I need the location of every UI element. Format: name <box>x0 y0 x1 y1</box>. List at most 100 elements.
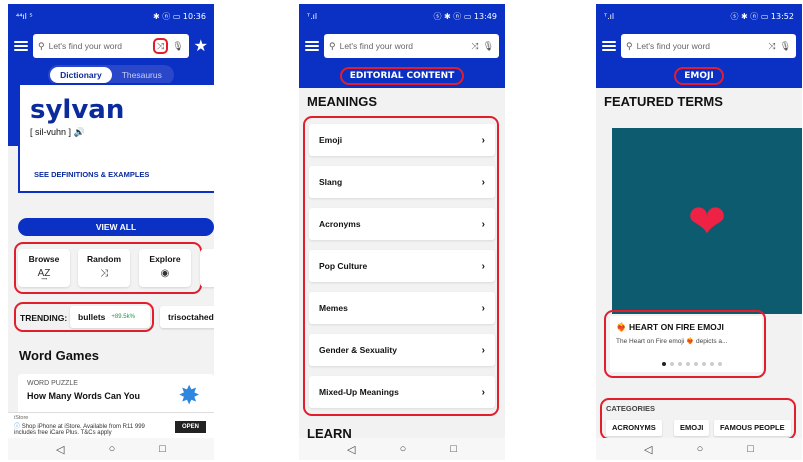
compass-icon: ◉ <box>160 268 170 279</box>
time-status: ⓢ ✱ ⓝ ▭ 13:49 <box>433 11 498 21</box>
search-icon: ⚲ <box>626 40 633 51</box>
search-input[interactable]: ⚲ Let's find your word ⤨ 🎙 <box>621 34 796 58</box>
meanings-heading: MEANINGS <box>307 94 378 109</box>
search-input[interactable]: ⚲ Let's find your word ⤨ 🎙 <box>324 34 499 58</box>
list-item-pop-culture[interactable]: Pop Culture › <box>309 250 495 282</box>
recent-apps-icon[interactable]: □ <box>159 443 166 455</box>
heart-on-fire-icon: ❤ <box>687 195 727 247</box>
heart-on-fire-image[interactable]: ❤ <box>612 128 802 314</box>
word-games-heading: Word Games <box>19 348 99 363</box>
chevron-right-icon: › <box>481 176 485 188</box>
status-bar: ᵀ.ıl ⓢ ✱ ⓝ ▭ 13:52 <box>596 4 802 28</box>
recent-apps-icon[interactable]: □ <box>747 443 754 455</box>
menu-icon[interactable] <box>602 41 616 51</box>
signal-status: ᵀ.ıl <box>307 11 318 21</box>
categories-heading: CATEGORIES <box>606 404 656 413</box>
search-placeholder: Let's find your word <box>48 41 123 51</box>
list-item-label: Pop Culture <box>319 261 368 271</box>
chevron-right-icon: › <box>481 386 485 398</box>
ad-open-button[interactable]: OPEN <box>174 421 206 433</box>
time-status: ⓢ ✱ ⓝ ▭ 13:52 <box>730 11 795 21</box>
section-label: EDITORIAL CONTENT <box>339 67 465 85</box>
search-placeholder: Let's find your word <box>636 41 711 51</box>
chevron-right-icon: › <box>481 260 485 272</box>
microphone-icon[interactable]: 🎙 <box>483 41 494 52</box>
recent-apps-icon[interactable]: □ <box>450 443 457 455</box>
time-status: ✱ ⓝ ▭ 10:36 <box>153 11 206 21</box>
carousel-dots[interactable] <box>662 362 722 366</box>
pronunciation-text: [ sil-vuhn ] <box>30 127 72 137</box>
list-item-label: Mixed-Up Meanings <box>319 387 399 397</box>
trending-label: TRENDING: <box>20 313 68 323</box>
search-icon: ⚲ <box>38 40 45 51</box>
chevron-right-icon: › <box>481 302 485 314</box>
phone-editorial-screen: ᵀ.ıl ⓢ ✱ ⓝ ▭ 13:49 ⚲ Let's find your wor… <box>299 4 505 460</box>
tab-dictionary[interactable]: Dictionary <box>50 67 112 83</box>
back-icon[interactable]: ◁ <box>347 443 355 456</box>
view-all-button[interactable]: VIEW ALL <box>18 218 214 236</box>
pronunciation: [ sil-vuhn ] 🔊 <box>30 127 204 138</box>
trending-word-chip[interactable]: bullets +89.5k% <box>70 306 150 328</box>
phone-dictionary-screen: ⁴⁴ıl ⁵ ✱ ⓝ ▭ 10:36 ⚲ Let's find your wor… <box>8 4 214 460</box>
category-chip-emoji[interactable]: EMOJI <box>674 420 710 436</box>
home-icon[interactable]: ○ <box>109 443 116 455</box>
games-button[interactable]: Ga <box>200 249 214 287</box>
back-icon[interactable]: ◁ <box>56 443 64 456</box>
section-header: EDITORIAL CONTENT <box>299 64 505 88</box>
list-item-label: Memes <box>319 303 348 313</box>
random-button[interactable]: Random ⤨ <box>78 249 130 287</box>
puzzle-piece-icon: ✸ <box>178 380 200 410</box>
list-item-emoji[interactable]: Emoji › <box>309 124 495 156</box>
tab-thesaurus[interactable]: Thesaurus <box>112 67 172 83</box>
star-icon[interactable]: ★ <box>194 36 208 56</box>
list-item-mixed-up-meanings[interactable]: Mixed-Up Meanings › <box>309 376 495 408</box>
trending-change: +89.5k% <box>111 314 135 320</box>
search-input[interactable]: ⚲ Let's find your word ⤨ 🎙 <box>33 34 189 58</box>
games-label: Ga <box>200 254 214 264</box>
system-nav-bar: ◁ ○ □ <box>596 438 802 460</box>
random-label: Random <box>87 254 121 264</box>
list-item-label: Emoji <box>319 135 343 145</box>
explore-button[interactable]: Explore ◉ <box>139 249 191 287</box>
list-item-label: Slang <box>319 177 343 187</box>
category-chip-famous-people[interactable]: FAMOUS PEOPLE <box>714 420 791 436</box>
category-chip-acronyms[interactable]: ACRONYMS <box>606 420 662 436</box>
list-item-slang[interactable]: Slang › <box>309 166 495 198</box>
shuffle-icon[interactable]: ⤨ <box>471 41 478 52</box>
list-item-label: Acronyms <box>319 219 361 229</box>
signal-status: ⁴⁴ıl ⁵ <box>16 11 33 21</box>
word-of-day-card[interactable]: sylvan [ sil-vuhn ] 🔊 SEE DEFINITIONS & … <box>18 83 214 193</box>
speaker-icon[interactable]: 🔊 <box>74 127 85 137</box>
browse-label: Browse <box>28 254 60 264</box>
list-item-gender-sexuality[interactable]: Gender & Sexuality › <box>309 334 495 366</box>
menu-icon[interactable] <box>305 41 319 51</box>
signal-status: ᵀ.ıl <box>604 11 615 21</box>
list-item-acronyms[interactable]: Acronyms › <box>309 208 495 240</box>
back-icon[interactable]: ◁ <box>644 443 652 456</box>
ad-text: Shop iPhone at iStore. Available from R1… <box>14 424 145 436</box>
featured-term-heading: ❤‍🔥 HEART ON FIRE EMOJI <box>616 322 724 332</box>
app-bar: ⚲ Let's find your word ⤨ 🎙 ★ <box>8 28 214 64</box>
phone-emoji-screen: ᵀ.ıl ⓢ ✱ ⓝ ▭ 13:52 ⚲ Let's find your wor… <box>596 4 802 460</box>
shuffle-icon[interactable]: ⤨ <box>768 41 775 52</box>
microphone-icon[interactable]: 🎙 <box>172 41 183 52</box>
menu-icon[interactable] <box>14 41 28 51</box>
home-icon[interactable]: ○ <box>697 443 704 455</box>
chevron-right-icon: › <box>481 134 485 146</box>
see-definitions-link[interactable]: SEE DEFINITIONS & EXAMPLES <box>34 170 149 179</box>
section-label: EMOJI <box>674 67 724 85</box>
home-icon[interactable]: ○ <box>400 443 407 455</box>
search-placeholder: Let's find your word <box>339 41 414 51</box>
microphone-icon[interactable]: 🎙 <box>780 41 791 52</box>
list-item-memes[interactable]: Memes › <box>309 292 495 324</box>
status-bar: ᵀ.ıl ⓢ ✱ ⓝ ▭ 13:49 <box>299 4 505 28</box>
status-bar: ⁴⁴ıl ⁵ ✱ ⓝ ▭ 10:36 <box>8 4 214 28</box>
ad-banner[interactable]: iStore ⓘ Shop iPhone at iStore. Availabl… <box>8 412 214 440</box>
chevron-right-icon: › <box>481 218 485 230</box>
app-bar: ⚲ Let's find your word ⤨ 🎙 <box>596 28 802 64</box>
system-nav-bar: ◁ ○ □ <box>299 438 505 460</box>
browse-button[interactable]: Browse A͢Z <box>18 249 70 287</box>
trending-word-chip-next[interactable]: trisoctahedr <box>160 306 214 328</box>
trending-word: bullets <box>78 312 106 322</box>
shuffle-icon[interactable]: ⤨ <box>153 38 169 54</box>
